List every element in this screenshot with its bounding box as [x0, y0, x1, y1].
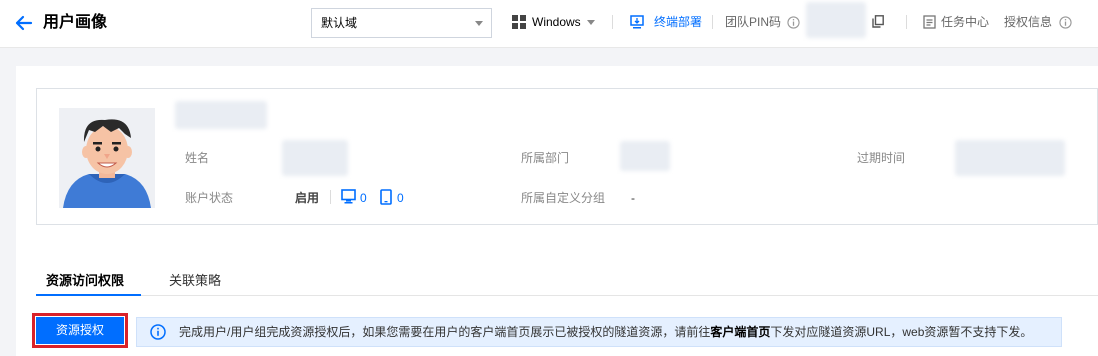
user-avatar-image [59, 108, 155, 208]
divider [612, 15, 613, 29]
notice-client-home-link: 客户端首页 [710, 325, 771, 339]
back-arrow-icon[interactable] [12, 11, 36, 35]
tab-resource-access[interactable]: 资源访问权限 [46, 272, 124, 290]
divider [330, 190, 331, 204]
task-center-label: 任务中心 [941, 15, 990, 29]
page-title: 用户画像 [43, 14, 108, 31]
user-display-name-blurred [175, 101, 267, 129]
task-center-link[interactable]: 任务中心 [923, 13, 989, 31]
active-tab-indicator [36, 294, 141, 296]
monitor-download-icon [630, 15, 644, 29]
info-notice: 完成用户/用户组完成资源授权后，如果您需要在用户的客户端首页展示已被授权的隧道资… [136, 317, 1062, 347]
terminal-deploy-link[interactable]: 终端部署 [630, 13, 702, 31]
domain-select[interactable]: 默认域 [311, 8, 492, 38]
notice-text-part2: 下发对应隧道资源URL，web资源暂不支持下发。 [770, 325, 1033, 339]
license-info-label: 授权信息 [1004, 15, 1053, 29]
name-label: 姓名 [185, 151, 210, 165]
expire-time-value-blurred [955, 140, 1065, 176]
team-pin-label: 团队PIN码 [725, 15, 782, 29]
custom-group-label: 所属自定义分组 [521, 191, 606, 205]
tab-linked-policy[interactable]: 关联策略 [169, 272, 221, 290]
chevron-down-icon [475, 21, 483, 26]
copy-icon[interactable] [872, 15, 884, 28]
resource-grant-button[interactable]: 资源授权 [36, 317, 124, 344]
expire-time-label: 过期时间 [857, 151, 906, 165]
info-icon[interactable] [787, 15, 800, 29]
custom-group-value: - [631, 191, 635, 205]
department-label: 所属部门 [521, 151, 570, 165]
mobile-icon [380, 189, 392, 205]
task-list-icon [923, 15, 936, 29]
team-pin: 团队PIN码 [725, 13, 800, 31]
account-status-label: 账户状态 [185, 191, 234, 205]
chevron-down-icon [586, 19, 595, 25]
os-dropdown[interactable]: Windows [512, 13, 595, 31]
account-status-value: 启用 [295, 191, 320, 205]
top-bar: 用户画像 默认域 Windows 终端部署 团队PIN码 任务中心 授权信息 [0, 0, 1098, 48]
info-circle-icon [150, 324, 166, 340]
os-label: Windows [532, 15, 581, 29]
name-value-blurred [282, 140, 348, 176]
divider [712, 15, 713, 29]
desktop-icon [341, 189, 356, 204]
avatar [59, 108, 155, 208]
domain-select-value: 默认域 [321, 16, 358, 30]
divider [906, 15, 907, 29]
mobile-device-count[interactable]: 0 [397, 189, 404, 207]
license-info[interactable]: 授权信息 [1004, 13, 1072, 31]
team-pin-value-blurred [806, 2, 866, 38]
notice-text-part1: 完成用户/用户组完成资源授权后，如果您需要在用户的客户端首页展示已被授权的隧道资… [179, 325, 711, 339]
info-icon[interactable] [1059, 15, 1072, 29]
desktop-device-count[interactable]: 0 [360, 189, 367, 207]
windows-icon [512, 15, 526, 29]
terminal-deploy-label: 终端部署 [654, 15, 703, 29]
department-value-blurred [620, 141, 670, 171]
